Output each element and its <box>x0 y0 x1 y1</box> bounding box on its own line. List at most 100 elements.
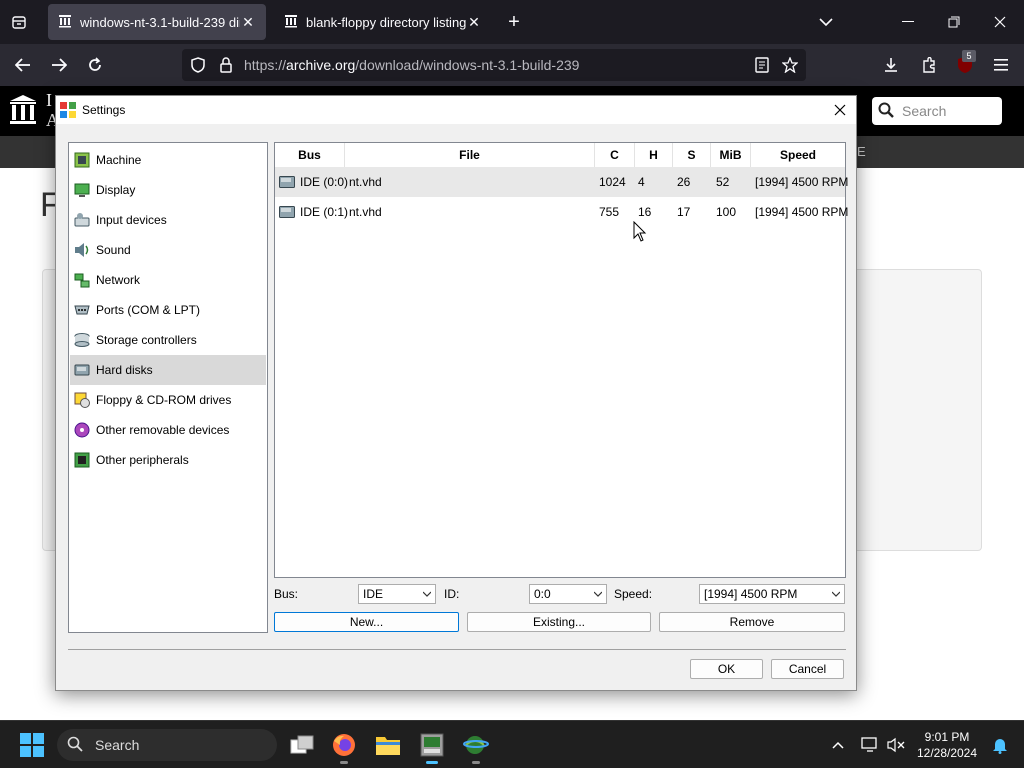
running-indicator <box>426 761 438 764</box>
bus-select-value: IDE <box>363 587 384 601</box>
task-view-icon[interactable] <box>286 729 318 761</box>
category-machine[interactable]: Machine <box>70 145 266 175</box>
archive-favicon-icon <box>58 14 72 31</box>
table-row[interactable]: IDE (0:0) nt.vhd 1024 4 26 52 [1994] 450… <box>275 167 849 197</box>
category-other-removable[interactable]: Other removable devices <box>70 415 266 445</box>
category-storage-controllers[interactable]: Storage controllers <box>70 325 266 355</box>
chevron-down-icon <box>423 591 431 597</box>
lock-icon[interactable] <box>216 56 236 74</box>
tray-overflow-chevron-icon[interactable] <box>822 729 854 761</box>
dialog-close-icon[interactable] <box>824 96 856 124</box>
category-label: Ports (COM & LPT) <box>96 303 201 317</box>
volume-muted-icon[interactable] <box>880 729 912 761</box>
ok-button[interactable]: OK <box>690 659 763 679</box>
hard-disk-icon <box>74 362 90 378</box>
cancel-button[interactable]: Cancel <box>771 659 844 679</box>
tab-windows-nt[interactable]: windows-nt-3.1-build-239 directory listi… <box>48 4 266 40</box>
webpage-search-input[interactable]: Search <box>872 97 1002 125</box>
remove-disk-button[interactable]: Remove <box>659 612 845 632</box>
search-icon <box>878 102 894 121</box>
category-floppy-cdrom[interactable]: Floppy & CD-ROM drives <box>70 385 266 415</box>
speed-select-value: [1994] 4500 RPM <box>704 587 798 601</box>
back-icon[interactable] <box>12 54 34 76</box>
id-select[interactable]: 0:0 <box>529 584 607 604</box>
ports-icon <box>74 302 90 318</box>
file-explorer-icon[interactable] <box>372 729 404 761</box>
category-display[interactable]: Display <box>70 175 266 205</box>
windows-start-icon[interactable] <box>16 729 48 761</box>
reload-icon[interactable] <box>84 54 106 76</box>
tab-list-icon[interactable] <box>8 12 30 32</box>
86box-app-icon <box>60 102 76 121</box>
category-network[interactable]: Network <box>70 265 266 295</box>
86box-taskbar-icon[interactable] <box>416 729 448 764</box>
tab-label: blank-floppy directory listing <box>306 14 466 30</box>
column-header-s[interactable]: S <box>673 143 711 167</box>
reader-view-icon[interactable] <box>752 56 772 74</box>
network-globe-app-icon[interactable] <box>460 729 492 764</box>
category-sound[interactable]: Sound <box>70 235 266 265</box>
new-tab-icon[interactable]: + <box>504 11 524 33</box>
cell-mib: 100 <box>716 205 737 219</box>
tab-close-icon[interactable]: ✕ <box>240 14 256 31</box>
tab-blank-floppy[interactable]: blank-floppy directory listing ✕ <box>274 4 492 40</box>
column-header-file[interactable]: File <box>345 143 595 167</box>
table-row[interactable]: IDE (0:1) nt.vhd 755 16 17 100 [1994] 45… <box>275 197 848 227</box>
running-indicator <box>472 761 480 764</box>
notification-bell-icon[interactable] <box>984 729 1016 761</box>
menu-icon[interactable] <box>990 54 1012 76</box>
column-header-c[interactable]: C <box>595 143 635 167</box>
category-label: Display <box>96 183 136 197</box>
settings-category-list: Machine Display Input devices Sound Netw… <box>68 142 268 633</box>
category-label: Storage controllers <box>96 333 197 347</box>
taskbar-search-box[interactable]: Search <box>57 729 277 761</box>
bus-label: Bus: <box>274 587 299 601</box>
downloads-icon[interactable] <box>880 54 902 76</box>
category-label: Machine <box>96 153 142 167</box>
category-other-peripherals[interactable]: Other peripherals <box>70 445 266 475</box>
close-window-icon[interactable] <box>990 12 1010 32</box>
shield-icon[interactable] <box>188 56 208 74</box>
peripherals-icon <box>74 452 90 468</box>
column-header-h[interactable]: H <box>635 143 673 167</box>
column-header-bus[interactable]: Bus <box>275 143 345 167</box>
speed-select[interactable]: [1994] 4500 RPM <box>699 584 845 604</box>
category-label: Network <box>96 273 141 287</box>
column-header-mib[interactable]: MiB <box>711 143 751 167</box>
bus-select[interactable]: IDE <box>358 584 436 604</box>
machine-icon <box>74 152 90 168</box>
cell-bus: IDE (0:0) <box>300 175 349 189</box>
category-ports[interactable]: Ports (COM & LPT) <box>70 295 266 325</box>
category-hard-disks[interactable]: Hard disks <box>70 355 266 385</box>
forward-icon[interactable] <box>48 54 70 76</box>
url-text[interactable]: https://archive.org/download/windows-nt-… <box>244 57 579 73</box>
taskbar-clock[interactable]: 9:01 PM 12/28/2024 <box>912 729 982 761</box>
speed-label: Speed: <box>614 587 653 601</box>
id-select-value: 0:0 <box>534 587 551 601</box>
restore-icon[interactable] <box>944 12 964 32</box>
id-label: ID: <box>444 587 460 601</box>
existing-disk-button[interactable]: Existing... <box>467 612 651 632</box>
chevron-down-icon <box>594 591 602 597</box>
new-disk-button[interactable]: New... <box>274 612 459 632</box>
extensions-icon[interactable] <box>918 54 940 76</box>
url-bar[interactable]: https://archive.org/download/windows-nt-… <box>182 49 806 81</box>
settings-dialog: Settings Machine Display Input devices S… <box>55 95 857 691</box>
firefox-icon[interactable] <box>328 729 360 764</box>
bookmark-star-icon[interactable] <box>780 56 800 74</box>
dialog-title: Settings <box>82 103 126 117</box>
cell-mib: 52 <box>716 175 730 189</box>
extension-badge: 5 <box>962 50 976 62</box>
cell-s: 17 <box>677 205 691 219</box>
category-input-devices[interactable]: Input devices <box>70 205 266 235</box>
category-label: Hard disks <box>96 363 153 377</box>
cell-speed: [1994] 4500 RPM <box>755 175 849 189</box>
cell-s: 26 <box>677 175 691 189</box>
minimize-icon[interactable] <box>898 12 918 32</box>
archive-favicon-icon <box>284 14 298 31</box>
archive-logo-icon[interactable] <box>10 95 36 128</box>
tab-close-icon[interactable]: ✕ <box>466 14 482 31</box>
chevron-down-icon[interactable] <box>816 12 836 32</box>
dialog-title-bar[interactable]: Settings <box>56 96 856 124</box>
column-header-speed[interactable]: Speed <box>751 143 845 167</box>
